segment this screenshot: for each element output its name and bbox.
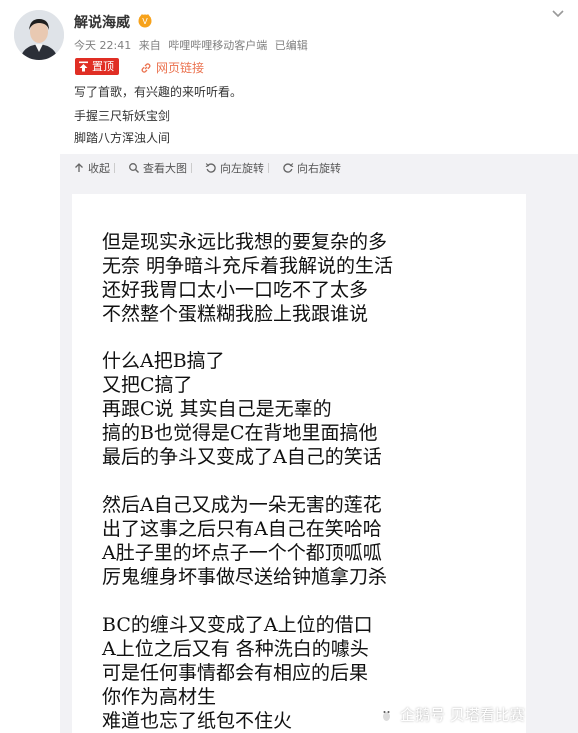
toolbar-divider <box>268 163 269 173</box>
post-source[interactable]: 哔哩哔哩移动客户端 <box>168 39 267 52</box>
lyric-line: 但是现实永远比我想的要复杂的多 <box>102 231 388 253</box>
magnifier-icon <box>129 163 139 173</box>
toolbar-divider <box>114 163 115 173</box>
chevron-down-icon[interactable] <box>551 9 565 19</box>
svg-text:V: V <box>142 17 148 26</box>
avatar[interactable] <box>14 10 64 60</box>
watermark-text: 企鹅号 贝塔看比赛 <box>400 706 525 724</box>
post-text-line: 手握三尺斩妖宝剑 <box>74 109 171 123</box>
collapse-label: 收起 <box>88 162 110 175</box>
lyric-stanza: 然后A自己又成为一朵无害的莲花 出了这事之后只有A自己在笑哈哈 A肚子里的坏点子… <box>102 493 387 589</box>
lyric-line: 再跟C说 其实自己是无辜的 <box>102 398 332 420</box>
lyric-line: BC的缠斗又变成了A上位的借口 <box>102 614 373 636</box>
post-text-line: 脚踏八方浑浊人间 <box>74 131 171 145</box>
rotate-left-icon <box>205 163 216 173</box>
post-meta: 今天 22:41 来自 哔哩哔哩移动客户端 已编辑 <box>74 37 312 53</box>
lyric-stanza: 但是现实永远比我想的要复杂的多 无奈 明争暗斗充斥着我解说的生活 还好我胃口太小… <box>102 230 393 326</box>
lyric-line: 不然整个蛋糕糊我脸上我跟谁说 <box>102 303 369 325</box>
lyric-line: 难道也忘了纸包不住火 <box>102 710 293 732</box>
lyric-line: A肚子里的坏点子一个个都顶呱呱 <box>102 542 382 564</box>
lyric-line: 还好我胃口太小一口吃不了太多 <box>102 279 369 301</box>
post-text-line: 写了首歌，有兴趣的来听听看。 <box>74 85 243 99</box>
lyric-line: 出了这事之后只有A自己在笑哈哈 <box>102 518 382 540</box>
arrow-up-icon <box>75 163 83 172</box>
edited-label[interactable]: 已编辑 <box>275 39 308 52</box>
weibo-post: 解说海威 V 今天 22:41 来自 哔哩哔哩移动客户端 已编辑 置顶 网页链接… <box>0 0 578 733</box>
rotate-right-button[interactable]: 向右旋转 <box>282 160 341 176</box>
lyric-line: 可是任何事情都会有相应的后果 <box>102 662 369 684</box>
lyric-line: 然后A自己又成为一朵无害的莲花 <box>102 494 382 516</box>
watermark: 企鹅号 贝塔看比赛 <box>378 704 525 725</box>
image-toolbar: 收起 查看大图 向左旋转 向右旋转 <box>60 154 578 182</box>
rotate-right-label: 向右旋转 <box>297 162 341 175</box>
post-time[interactable]: 今天 22:41 <box>74 39 131 52</box>
lyric-stanza: BC的缠斗又变成了A上位的借口 A上位之后又有 各种洗白的噱头 可是任何事情都会… <box>102 613 373 733</box>
vip-badge-icon: V <box>138 14 152 28</box>
rotate-right-icon <box>283 163 294 173</box>
lyric-line: 厉鬼缠身坏事做尽送给钟馗拿刀杀 <box>102 566 388 588</box>
lyrics-image[interactable]: 但是现实永远比我想的要复杂的多 无奈 明争暗斗充斥着我解说的生活 还好我胃口太小… <box>72 194 526 733</box>
rotate-left-label: 向左旋转 <box>220 162 264 175</box>
username[interactable]: 解说海威 <box>74 12 130 32</box>
toolbar-divider <box>191 163 192 173</box>
lyric-line: 搞的B也觉得是C在背地里面搞他 <box>102 422 378 444</box>
web-link-label[interactable]: 网页链接 <box>156 59 204 76</box>
lyric-stanza: 什么A把B搞了 又把C搞了 再跟C说 其实自己是无辜的 搞的B也觉得是C在背地里… <box>102 349 382 469</box>
rotate-left-button[interactable]: 向左旋转 <box>205 160 264 176</box>
source-prefix: 来自 <box>138 39 161 52</box>
web-link[interactable]: 网页链接 <box>140 59 204 76</box>
lyric-line: A上位之后又有 各种洗白的噱头 <box>102 638 369 660</box>
lyric-line: 最后的争斗又变成了A自己的笑话 <box>102 446 382 468</box>
lyric-line: 什么A把B搞了 <box>102 350 225 372</box>
media-viewer: 收起 查看大图 向左旋转 向右旋转 但是现实永远比我想的要复杂的多 无奈 明争暗… <box>60 154 578 733</box>
link-icon <box>141 62 151 73</box>
lyric-line: 你作为高材生 <box>102 686 217 708</box>
lyric-line: 又把C搞了 <box>102 374 193 396</box>
penguin-logo-icon <box>380 708 393 722</box>
view-large-button[interactable]: 查看大图 <box>128 160 187 176</box>
pinned-label: 置顶 <box>92 60 114 73</box>
collapse-button[interactable]: 收起 <box>73 160 110 176</box>
lyric-line: 无奈 明争暗斗充斥着我解说的生活 <box>102 255 394 277</box>
pin-top-icon <box>79 61 88 72</box>
pinned-badge: 置顶 <box>75 58 119 75</box>
view-large-label: 查看大图 <box>143 162 187 175</box>
